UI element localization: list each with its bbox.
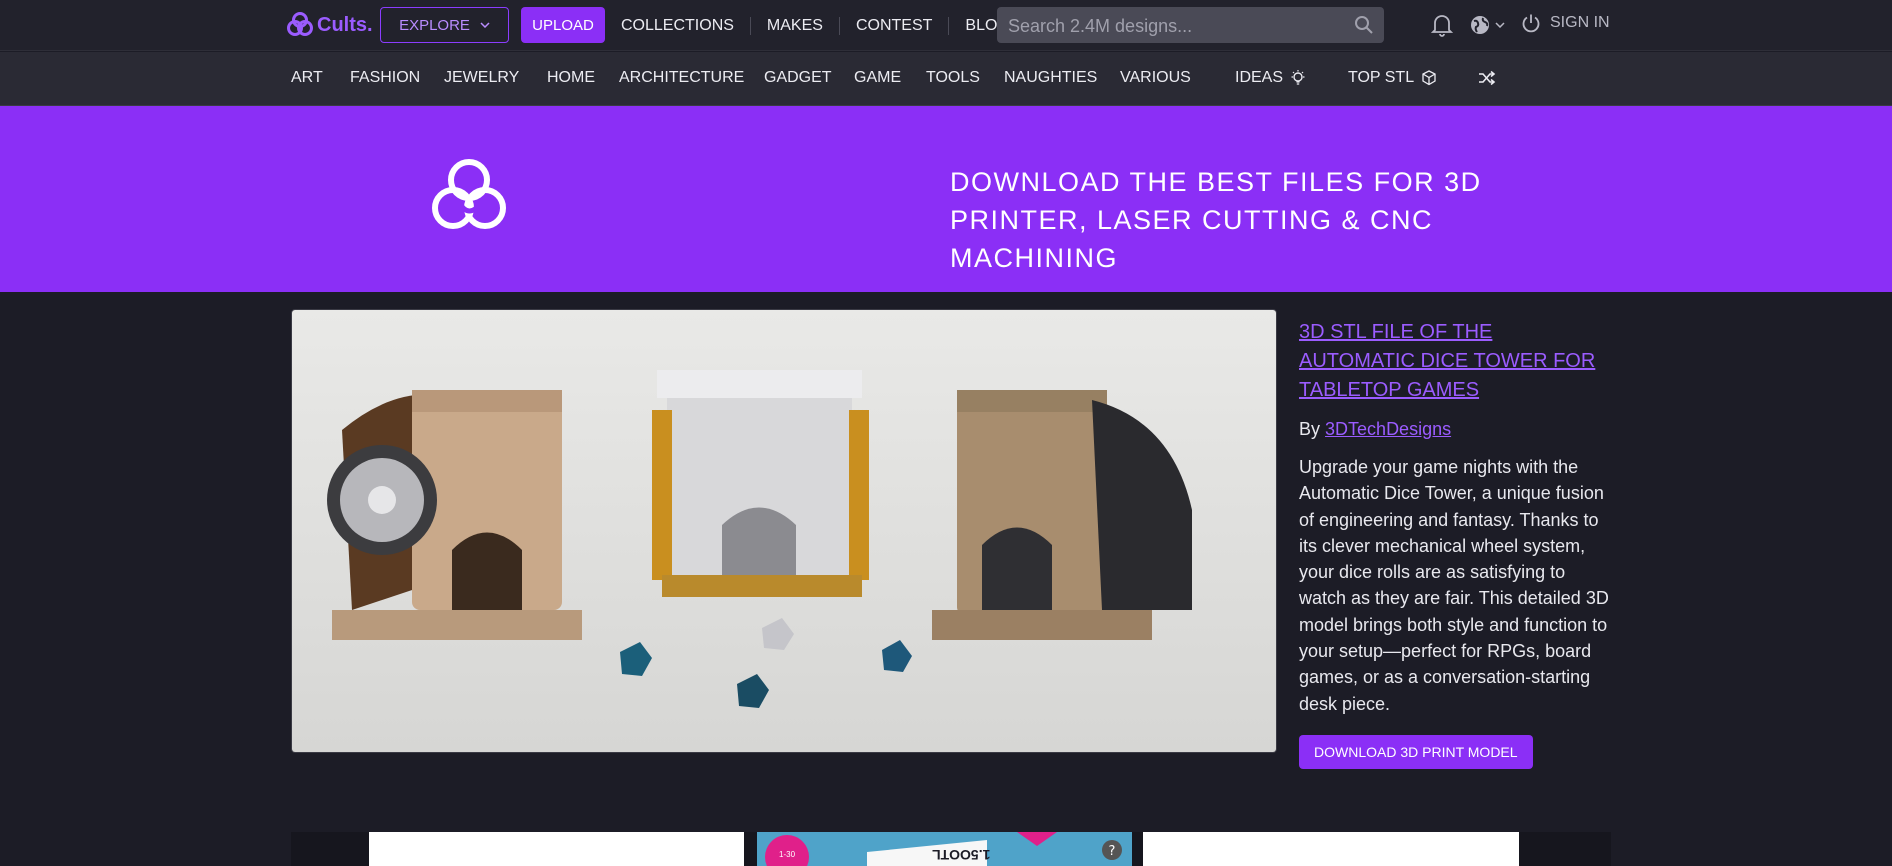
cults-logo-icon (287, 12, 313, 36)
globe-icon (1471, 16, 1489, 34)
explore-button[interactable]: EXPLORE (380, 7, 509, 43)
lightbulb-icon (1291, 70, 1305, 85)
chevron-down-icon (1495, 22, 1505, 28)
upload-button[interactable]: UPLOAD (521, 7, 605, 43)
search-icon[interactable] (1354, 15, 1374, 35)
explore-label: EXPLORE (399, 16, 470, 34)
shuffle-icon[interactable] (1478, 70, 1496, 86)
language-selector[interactable] (1469, 14, 1505, 36)
category-ideas-label: IDEAS (1235, 69, 1284, 86)
category-top-stl-label: TOP STL (1348, 69, 1415, 86)
feature-details: 3D STL FILE OF THE AUTOMATIC DICE TOWER … (1299, 318, 1611, 769)
feature-title-link[interactable]: 3D STL FILE OF THE AUTOMATIC DICE TOWER … (1299, 318, 1611, 405)
dice-towers-illustration (292, 310, 1276, 752)
cults-logo-mark-icon (432, 159, 506, 229)
chevron-down-icon (480, 22, 490, 28)
nav-makes[interactable]: MAKES (751, 17, 839, 35)
category-art[interactable]: ART (291, 69, 323, 87)
signin-link[interactable]: SIGN IN (1521, 13, 1610, 33)
banner-tagline: DOWNLOAD THE BEST FILES FOR 3D PRINTER, … (950, 163, 1570, 277)
category-home[interactable]: HOME (547, 69, 595, 87)
ad-text-1: 1-30 (779, 850, 796, 859)
cults-logo[interactable]: Cults. (287, 12, 373, 38)
category-top-stl[interactable]: TOP STL (1348, 69, 1438, 87)
category-naughties[interactable]: NAUGHTIES (1004, 69, 1097, 87)
category-jewelry[interactable]: JEWELRY (444, 69, 519, 87)
nav-contest[interactable]: CONTEST (840, 17, 948, 35)
card-ad[interactable]: ? 1-30 1.5OOTL (757, 832, 1132, 866)
search-placeholder: Search 2.4M designs... (1008, 16, 1193, 36)
top-nav: COLLECTIONS MAKES CONTEST BLOG (605, 0, 1026, 51)
feature-image[interactable] (291, 309, 1277, 753)
brand-name: Cults. (317, 13, 373, 36)
banner-line-1: DOWNLOAD THE BEST FILES FOR 3D (950, 167, 1482, 197)
signin-label: SIGN IN (1550, 14, 1610, 31)
feature-byline: By 3DTechDesigns (1299, 419, 1611, 440)
ad-text-2: 1.5OOTL (932, 847, 991, 863)
feature-description: Upgrade your game nights with the Automa… (1299, 457, 1609, 714)
category-game[interactable]: GAME (854, 69, 901, 87)
card-right[interactable] (1143, 832, 1519, 866)
nav-collections[interactable]: COLLECTIONS (605, 17, 750, 35)
category-various[interactable]: VARIOUS (1120, 69, 1191, 87)
cube-icon (1422, 70, 1436, 86)
download-model-button[interactable]: DOWNLOAD 3D PRINT MODEL (1299, 734, 1533, 769)
upload-label: UPLOAD (532, 16, 594, 34)
by-label: By (1299, 419, 1321, 439)
category-gadget[interactable]: GADGET (764, 69, 832, 87)
bell-icon[interactable] (1431, 13, 1453, 37)
category-architecture[interactable]: ARCHITECTURE (619, 69, 744, 87)
card-left[interactable] (369, 832, 744, 866)
category-fashion[interactable]: FASHION (350, 69, 420, 87)
category-tools[interactable]: TOOLS (926, 69, 980, 87)
category-bar: ART FASHION JEWELRY HOME ARCHITECTURE GA… (0, 52, 1892, 106)
banner-line-2: PRINTER, LASER CUTTING & CNC MACHINING (950, 205, 1434, 273)
author-link[interactable]: 3DTechDesigns (1325, 419, 1451, 439)
power-icon (1522, 14, 1540, 33)
category-ideas[interactable]: IDEAS (1235, 69, 1307, 87)
top-bar: Cults. EXPLORE UPLOAD COLLECTIONS MAKES … (0, 0, 1892, 51)
search-input[interactable]: Search 2.4M designs... (997, 7, 1384, 43)
hero-banner: DOWNLOAD THE BEST FILES FOR 3D PRINTER, … (0, 106, 1892, 292)
svg-text:?: ? (1109, 844, 1116, 859)
